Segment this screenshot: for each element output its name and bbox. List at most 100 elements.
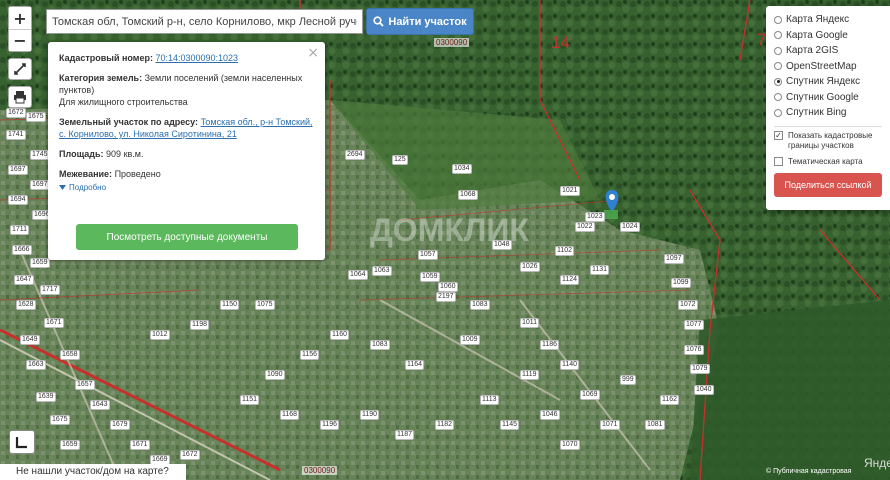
radio-button[interactable] — [774, 15, 782, 24]
plot-number-label[interactable]: 1717 — [40, 285, 60, 295]
plot-number-label[interactable]: 1081 — [645, 420, 665, 430]
plot-number-label[interactable]: 1663 — [26, 360, 46, 370]
plot-number-label[interactable]: 1741 — [6, 130, 26, 140]
layer-option[interactable]: Карта Яндекс — [774, 12, 882, 28]
plot-number-label[interactable]: 1057 — [418, 250, 438, 260]
plot-number-label[interactable]: 1649 — [20, 335, 40, 345]
details-toggle[interactable]: Подробно — [59, 182, 315, 194]
plot-number-label[interactable]: 1697 — [30, 180, 50, 190]
plot-number-label[interactable]: 1046 — [540, 410, 560, 420]
plot-number-label[interactable]: 1012 — [150, 330, 170, 340]
plot-number-label[interactable]: 125 — [392, 155, 408, 165]
plot-number-label[interactable]: 1083 — [470, 300, 490, 310]
layer-option[interactable]: Спутник Bing — [774, 105, 882, 121]
plot-number-label[interactable]: 1659 — [30, 258, 50, 268]
fullscreen-button[interactable] — [9, 430, 35, 454]
radio-button[interactable] — [774, 93, 782, 102]
radio-button[interactable] — [774, 108, 782, 117]
plot-number-label[interactable]: 1034 — [452, 164, 472, 174]
plot-number-label[interactable]: 1097 — [664, 254, 684, 264]
plot-number-label[interactable]: 999 — [620, 375, 636, 385]
plot-number-label[interactable]: 1060 — [438, 282, 458, 292]
plot-number-label[interactable]: 1672 — [6, 108, 26, 118]
radio-button[interactable] — [774, 46, 782, 55]
layer-option[interactable]: Карта Google — [774, 28, 882, 44]
plot-number-label[interactable]: 1647 — [14, 275, 34, 285]
plot-number-label[interactable]: 1068 — [458, 190, 478, 200]
plot-number-label[interactable]: 1069 — [580, 390, 600, 400]
plot-number-label[interactable]: 1145 — [500, 420, 520, 430]
plot-number-label[interactable]: 1711 — [10, 225, 30, 235]
cadastral-number-link[interactable]: 70:14:0300090:1023 — [155, 53, 238, 63]
plot-number-label[interactable]: 1079 — [690, 364, 710, 374]
plot-number-label[interactable]: 1076 — [684, 345, 704, 355]
plot-number-label[interactable]: 1072 — [678, 300, 698, 310]
plot-number-label[interactable]: 1022 — [575, 222, 595, 232]
radio-button[interactable] — [774, 77, 782, 86]
plot-number-label[interactable]: 1745 — [30, 150, 50, 160]
thematic-checkbox[interactable] — [774, 156, 783, 166]
layer-option[interactable]: Спутник Яндекс — [774, 74, 882, 90]
plot-number-label[interactable]: 1672 — [180, 450, 200, 460]
plot-number-label[interactable]: 1150 — [220, 300, 240, 310]
plot-number-label[interactable]: 1077 — [684, 320, 704, 330]
thematic-option[interactable]: Тематическая карта — [774, 156, 882, 167]
plot-number-label[interactable]: 1011 — [520, 318, 540, 328]
plot-number-label[interactable]: 1023 — [585, 212, 605, 222]
plot-number-label[interactable]: 2197 — [436, 292, 456, 302]
layer-option[interactable]: OpenStreetMap — [774, 59, 882, 75]
plot-number-label[interactable]: 1659 — [60, 440, 80, 450]
plot-number-label[interactable]: 1198 — [190, 320, 210, 330]
address-search-input[interactable] — [46, 9, 363, 34]
plot-number-label[interactable]: 1168 — [280, 410, 300, 420]
plot-number-label[interactable]: 1160 — [330, 330, 350, 340]
plot-number-label[interactable]: 1070 — [560, 440, 580, 450]
plot-number-label[interactable]: 2694 — [345, 150, 365, 160]
plot-number-label[interactable]: 1697 — [8, 165, 28, 175]
close-icon[interactable]: × — [307, 45, 319, 61]
layer-option[interactable]: Спутник Google — [774, 90, 882, 106]
plot-number-label[interactable]: 1140 — [560, 360, 580, 370]
zoom-out-button[interactable]: − — [9, 29, 31, 51]
plot-number-label[interactable]: 1090 — [265, 370, 285, 380]
plot-number-label[interactable]: 1187 — [395, 430, 415, 440]
layer-option[interactable]: Карта 2GIS — [774, 43, 882, 59]
find-plot-button[interactable]: Найти участок — [366, 8, 474, 35]
plot-number-label[interactable]: 1162 — [660, 395, 680, 405]
plot-number-label[interactable]: 1040 — [694, 385, 714, 395]
print-button[interactable] — [8, 86, 32, 108]
plot-number-label[interactable]: 1643 — [90, 400, 110, 410]
plot-number-label[interactable]: 1083 — [370, 340, 390, 350]
plot-number-label[interactable]: 1075 — [255, 300, 275, 310]
show-borders-option[interactable]: ✓ Показать кадастровые границы участков — [774, 130, 882, 151]
plot-number-label[interactable]: 1671 — [44, 318, 64, 328]
show-borders-checkbox[interactable]: ✓ — [774, 130, 783, 140]
plot-number-label[interactable]: 1182 — [435, 420, 455, 430]
plot-number-label[interactable]: 1675 — [26, 112, 46, 122]
plot-number-label[interactable]: 1021 — [560, 186, 580, 196]
plot-number-label[interactable]: 1071 — [600, 420, 620, 430]
plot-number-label[interactable]: 1156 — [300, 350, 320, 360]
plot-number-label[interactable]: 1059 — [420, 272, 440, 282]
plot-number-label[interactable]: 1186 — [540, 340, 560, 350]
plot-number-label[interactable]: 1102 — [555, 246, 575, 256]
view-documents-button[interactable]: Посмотреть доступные документы — [76, 224, 298, 250]
plot-number-label[interactable]: 1024 — [620, 222, 640, 232]
plot-number-label[interactable]: 1119 — [520, 370, 539, 380]
plot-number-label[interactable]: 1639 — [36, 392, 56, 402]
share-link-button[interactable]: Поделиться ссылкой — [774, 172, 882, 197]
plot-number-label[interactable]: 1658 — [60, 350, 80, 360]
plot-number-label[interactable]: 1026 — [520, 262, 540, 272]
plot-number-label[interactable]: 1131 — [590, 265, 610, 275]
plot-number-label[interactable]: 1099 — [671, 278, 691, 288]
plot-number-label[interactable]: 1063 — [372, 266, 392, 276]
plot-number-label[interactable]: 1124 — [560, 275, 580, 285]
not-found-link[interactable]: Не нашли участок/дом на карте? — [0, 464, 186, 480]
radio-button[interactable] — [774, 31, 782, 40]
plot-number-label[interactable]: 1064 — [348, 270, 368, 280]
measure-button[interactable] — [8, 58, 32, 80]
plot-number-label[interactable]: 1151 — [240, 395, 260, 405]
plot-number-label[interactable]: 1666 — [12, 245, 32, 255]
radio-button[interactable] — [774, 62, 782, 71]
plot-number-label[interactable]: 1190 — [360, 410, 380, 420]
